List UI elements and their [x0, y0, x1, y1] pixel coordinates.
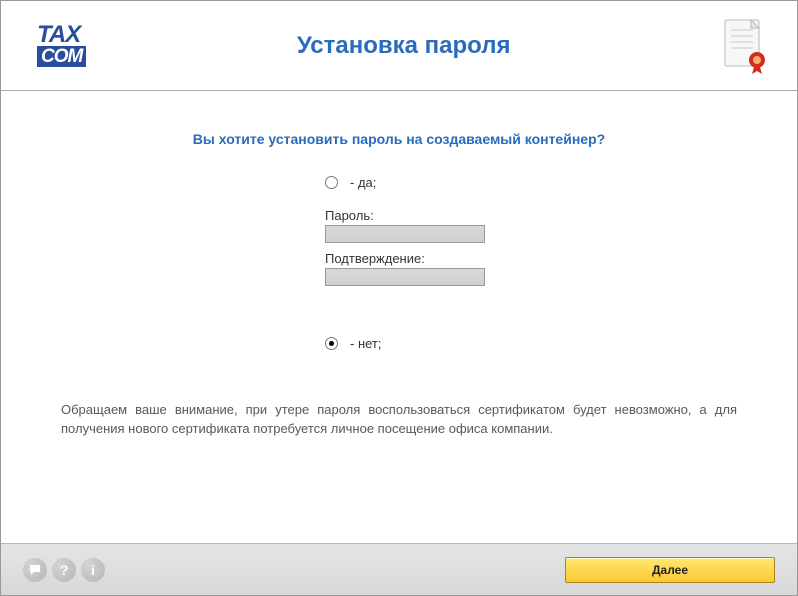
certificate-icon	[721, 18, 767, 74]
logo: TAX COM	[37, 24, 86, 68]
footer-icons: ? i	[23, 558, 105, 582]
question-text: Вы хотите установить пароль на создаваем…	[61, 131, 737, 147]
body: Вы хотите установить пароль на создаваем…	[1, 91, 797, 543]
help-icon[interactable]: ?	[52, 558, 76, 582]
option-no[interactable]: - нет;	[325, 336, 737, 351]
info-icon[interactable]: i	[81, 558, 105, 582]
option-yes[interactable]: - да;	[325, 175, 737, 190]
app-window: TAX COM Установка пароля Вы хотите устан…	[0, 0, 798, 596]
footer: ? i Далее	[1, 543, 797, 595]
next-button[interactable]: Далее	[565, 557, 775, 583]
logo-tax: TAX	[37, 24, 86, 46]
warning-text: Обращаем ваше внимание, при утере пароля…	[61, 401, 737, 439]
option-no-label: - нет;	[350, 336, 381, 351]
radio-yes[interactable]	[325, 176, 338, 189]
confirm-label: Подтверждение:	[325, 251, 737, 266]
header: TAX COM Установка пароля	[1, 1, 797, 91]
chat-icon[interactable]	[23, 558, 47, 582]
confirm-input[interactable]	[325, 268, 485, 286]
radio-dot-icon	[329, 341, 334, 346]
password-input[interactable]	[325, 225, 485, 243]
password-fields: Пароль: Подтверждение:	[325, 208, 737, 294]
page-title: Установка пароля	[86, 32, 721, 60]
password-label: Пароль:	[325, 208, 737, 223]
option-yes-label: - да;	[350, 175, 376, 190]
logo-com: COM	[37, 46, 86, 67]
radio-no[interactable]	[325, 337, 338, 350]
